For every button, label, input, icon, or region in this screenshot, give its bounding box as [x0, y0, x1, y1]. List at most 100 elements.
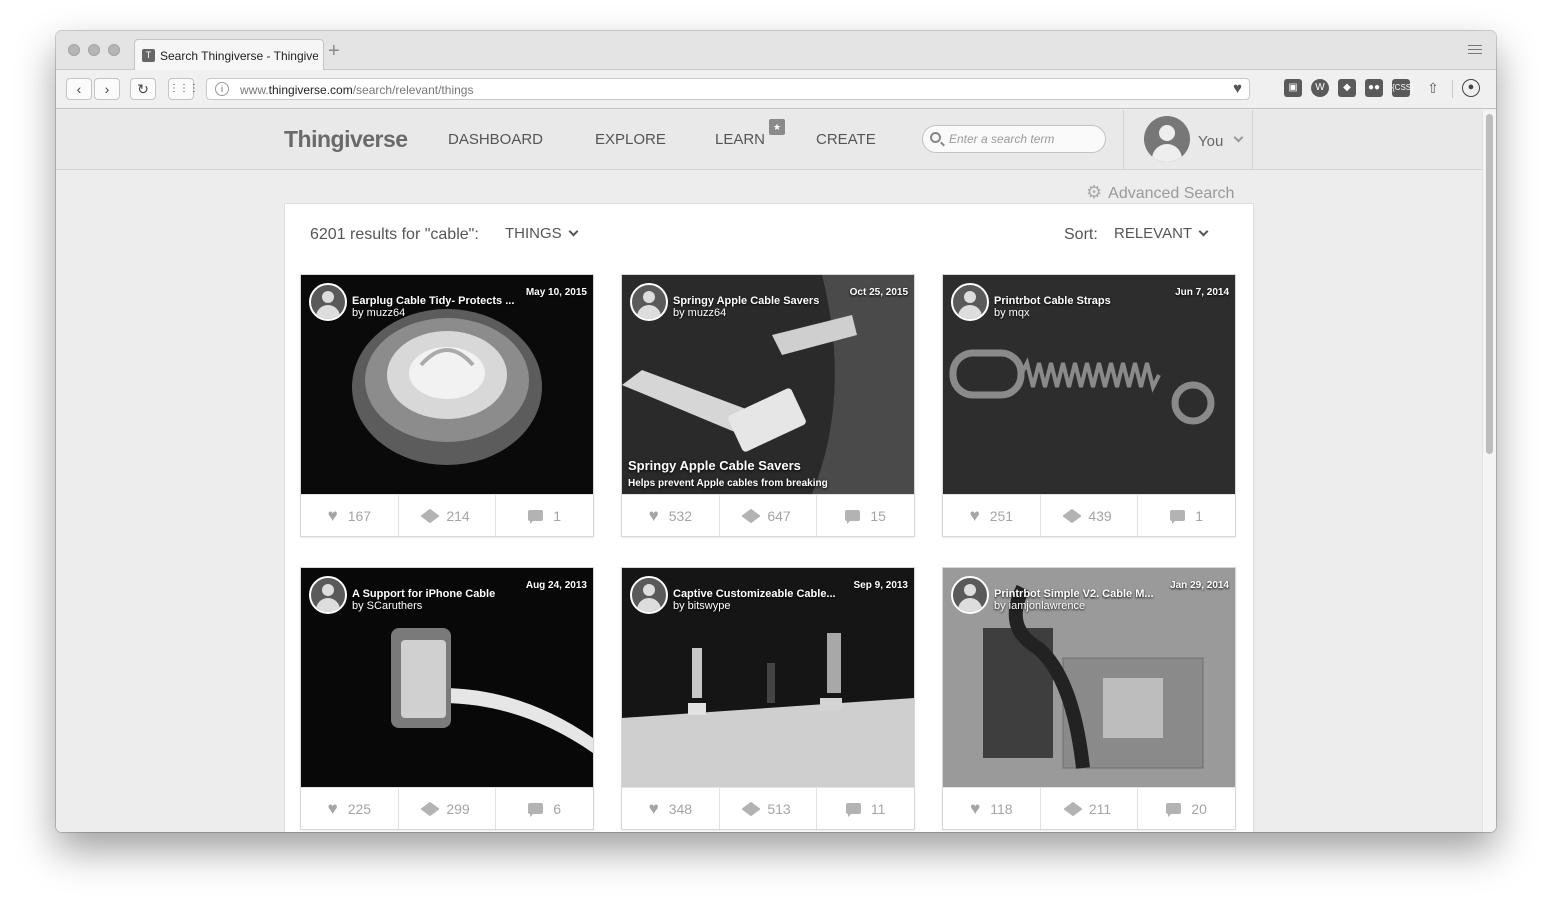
- extension-wordpress-icon[interactable]: W: [1311, 79, 1329, 97]
- like-button[interactable]: ♥ 118: [943, 788, 1041, 829]
- thing-card[interactable]: Earplug Cable Tidy- Protects ... by muzz…: [300, 274, 594, 537]
- thing-thumbnail[interactable]: Captive Customizeable Cable... by bitswy…: [622, 568, 914, 787]
- chevron-down-icon[interactable]: [1233, 132, 1244, 143]
- search-input[interactable]: [949, 131, 1099, 147]
- make-button[interactable]: 513: [720, 788, 818, 829]
- make-button[interactable]: 214: [399, 495, 497, 536]
- thing-author[interactable]: by SCaruthers: [352, 600, 422, 612]
- type-filter-dropdown[interactable]: THINGS: [505, 225, 579, 242]
- thing-title[interactable]: Printrbot Simple V2. Cable M...: [994, 588, 1174, 600]
- creator-avatar[interactable]: [309, 576, 347, 614]
- new-tab-button[interactable]: +: [328, 41, 340, 61]
- extension-glasses-icon[interactable]: ●●: [1365, 79, 1383, 97]
- thing-author[interactable]: by iamjonlawrence: [994, 600, 1085, 612]
- tab-list-icon[interactable]: [1468, 45, 1482, 57]
- like-button[interactable]: ♥ 167: [301, 495, 399, 536]
- comment-icon: [1170, 510, 1186, 524]
- thing-thumbnail[interactable]: Earplug Cable Tidy- Protects ... by muzz…: [301, 275, 593, 494]
- extension-lock-icon[interactable]: ▣: [1284, 79, 1302, 97]
- make-button[interactable]: 439: [1041, 495, 1139, 536]
- comment-button[interactable]: 6: [496, 788, 593, 829]
- thing-thumbnail[interactable]: Printrbot Simple V2. Cable M... by iamjo…: [943, 568, 1235, 787]
- heart-icon: ♥: [327, 799, 338, 818]
- creator-avatar[interactable]: [951, 576, 989, 614]
- apps-grid-icon[interactable]: ⋮⋮⋮: [168, 78, 199, 100]
- thing-author[interactable]: by bitswype: [673, 600, 730, 612]
- site-info-icon[interactable]: i: [215, 82, 229, 96]
- thing-thumbnail[interactable]: Springy Apple Cable Savers by muzz64 Oct…: [622, 275, 914, 494]
- comment-button[interactable]: 15: [817, 495, 914, 536]
- thing-card[interactable]: Printrbot Simple V2. Cable M... by iamjo…: [942, 567, 1236, 830]
- comment-count: 11: [870, 800, 886, 817]
- close-window-button[interactable]: [68, 44, 80, 56]
- zoom-window-button[interactable]: [108, 44, 120, 56]
- thing-title[interactable]: Springy Apple Cable Savers: [673, 295, 853, 307]
- thing-title[interactable]: Printrbot Cable Straps: [994, 295, 1174, 307]
- forward-button[interactable]: ›: [94, 78, 120, 100]
- creator-avatar[interactable]: [630, 576, 668, 614]
- comment-button[interactable]: 1: [496, 495, 593, 536]
- sort-dropdown[interactable]: RELEVANT: [1114, 225, 1209, 242]
- comment-button[interactable]: 20: [1138, 788, 1235, 829]
- thing-stats: ♥ 225 299 6: [301, 787, 593, 829]
- like-button[interactable]: ♥ 251: [943, 495, 1041, 536]
- thing-card[interactable]: Captive Customizeable Cable... by bitswy…: [621, 567, 915, 830]
- make-button[interactable]: 299: [399, 788, 497, 829]
- thingiverse-favicon-icon: T: [142, 49, 155, 62]
- like-button[interactable]: ♥ 348: [622, 788, 720, 829]
- thing-card[interactable]: Printrbot Cable Straps by mqx Jun 7, 201…: [942, 274, 1236, 537]
- comment-button[interactable]: 1: [1138, 495, 1235, 536]
- user-menu[interactable]: You: [1123, 110, 1253, 170]
- creator-avatar[interactable]: [309, 283, 347, 321]
- thing-title[interactable]: Captive Customizeable Cable...: [673, 588, 853, 600]
- thing-thumbnail[interactable]: A Support for iPhone Cable by SCaruthers…: [301, 568, 593, 787]
- type-filter-value: THINGS: [505, 225, 562, 242]
- thing-date: May 10, 2015: [525, 287, 587, 298]
- nav-dashboard[interactable]: DASHBOARD: [448, 131, 543, 148]
- chevron-down-icon: [568, 226, 579, 237]
- heart-icon: ♥: [327, 506, 338, 525]
- gear-icon: ⚙: [1086, 182, 1103, 202]
- advanced-search-link[interactable]: ⚙ Advanced Search: [1086, 182, 1234, 203]
- page-scrollbar[interactable]: [1482, 110, 1496, 832]
- heart-icon: ♥: [970, 799, 981, 818]
- creator-avatar[interactable]: [951, 283, 989, 321]
- make-button[interactable]: 211: [1041, 788, 1139, 829]
- extension-css-icon[interactable]: {CSS}: [1392, 79, 1414, 97]
- profile-icon[interactable]: ●: [1462, 79, 1480, 97]
- site-logo[interactable]: Thingiverse: [284, 126, 408, 153]
- thing-stats: ♥ 118 211 20: [943, 787, 1235, 829]
- thing-title[interactable]: A Support for iPhone Cable: [352, 588, 532, 600]
- site-search: [922, 125, 1106, 153]
- creator-avatar[interactable]: [630, 283, 668, 321]
- cube-icon: [420, 801, 441, 816]
- address-bar[interactable]: i www.thingiverse.com/search/relevant/th…: [206, 78, 1250, 100]
- minimize-window-button[interactable]: [88, 44, 100, 56]
- nav-learn[interactable]: LEARN: [715, 131, 765, 148]
- thing-card[interactable]: A Support for iPhone Cable by SCaruthers…: [300, 567, 594, 830]
- page-content: Thingiverse DASHBOARD EXPLORE LEARN ★ CR…: [56, 110, 1482, 832]
- like-button[interactable]: ♥ 532: [622, 495, 720, 536]
- scrollbar-thumb[interactable]: [1486, 114, 1493, 454]
- bookmark-heart-icon[interactable]: ♥: [1233, 80, 1242, 97]
- comment-button[interactable]: 11: [817, 788, 914, 829]
- thing-card[interactable]: Springy Apple Cable Savers by muzz64 Oct…: [621, 274, 915, 537]
- user-avatar[interactable]: [1144, 116, 1190, 162]
- thing-author[interactable]: by mqx: [994, 307, 1029, 319]
- thing-thumbnail[interactable]: Printrbot Cable Straps by mqx Jun 7, 201…: [943, 275, 1235, 494]
- thing-date: Sep 9, 2013: [853, 580, 908, 591]
- share-icon[interactable]: ⇧: [1424, 79, 1442, 97]
- like-button[interactable]: ♥ 225: [301, 788, 399, 829]
- nav-create[interactable]: CREATE: [816, 131, 876, 148]
- thing-title[interactable]: Earplug Cable Tidy- Protects ...: [352, 295, 532, 307]
- back-button[interactable]: ‹: [66, 78, 92, 100]
- user-label[interactable]: You: [1198, 133, 1223, 150]
- nav-explore[interactable]: EXPLORE: [595, 131, 666, 148]
- thing-author[interactable]: by muzz64: [352, 307, 405, 319]
- reload-button[interactable]: ↻: [130, 78, 156, 100]
- browser-tab[interactable]: T Search Thingiverse - Thingiverse: [134, 39, 324, 70]
- make-button[interactable]: 647: [720, 495, 818, 536]
- thing-author[interactable]: by muzz64: [673, 307, 726, 319]
- thing-date: Jan 29, 2014: [1170, 580, 1229, 591]
- extension-shield-icon[interactable]: ◆: [1338, 79, 1356, 97]
